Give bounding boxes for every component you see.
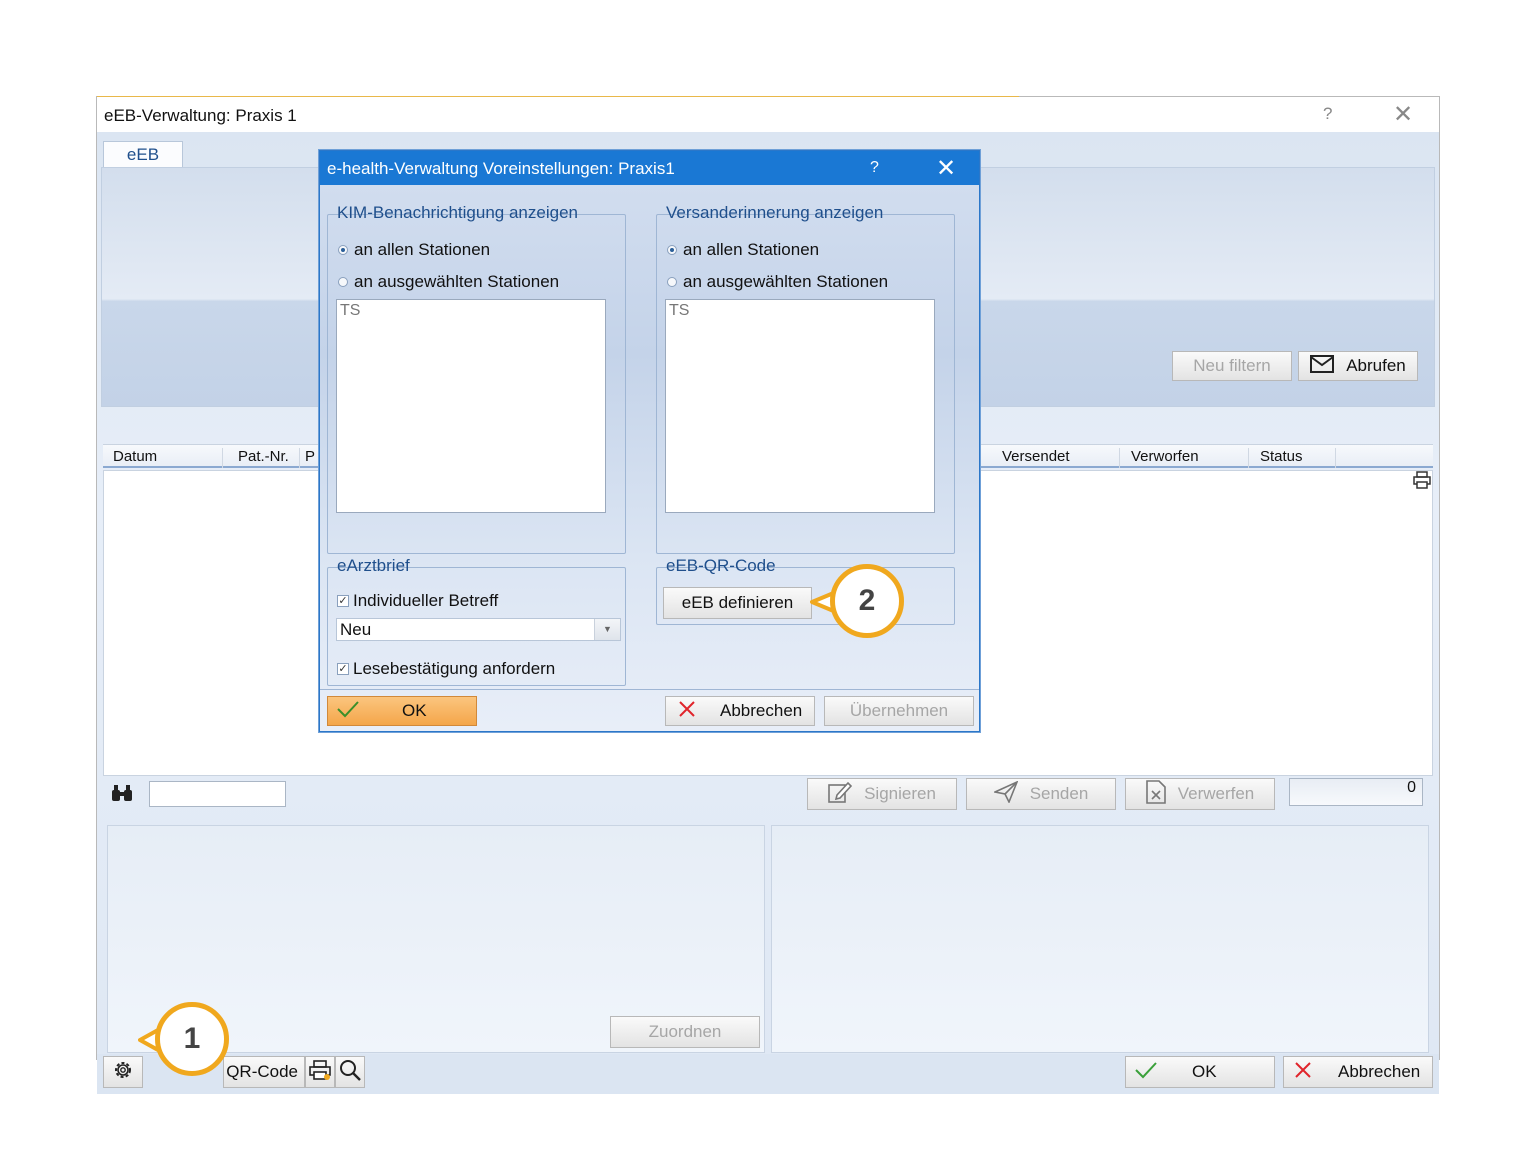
kim-radio-all-label: an allen Stationen — [354, 240, 491, 259]
eeb-definieren-label: eEB definieren — [681, 593, 794, 612]
chevron-down-icon[interactable]: ▼ — [594, 619, 620, 640]
senden-button[interactable]: Senden — [966, 778, 1116, 810]
search-button[interactable] — [335, 1056, 365, 1088]
printer-icon — [309, 1059, 331, 1086]
binoculars-icon[interactable] — [111, 784, 133, 807]
qr-code-button[interactable]: QR-Code — [223, 1056, 305, 1088]
qr-code-label: QR-Code — [226, 1062, 298, 1081]
versand-radio-all[interactable]: an allen Stationen — [667, 240, 819, 260]
dialog-abbrechen-button[interactable]: Abbrechen — [665, 696, 815, 726]
radio-unselected-icon — [667, 277, 677, 287]
main-ok-label: OK — [1192, 1062, 1217, 1081]
kim-group: KIM-Benachrichtigung anzeigen an allen S… — [327, 203, 626, 554]
earztbrief-group: eArztbrief ✓ Individueller Betreff Neu ▼… — [327, 556, 626, 686]
dialog-ok-label: OK — [402, 701, 427, 720]
envelope-icon — [1310, 354, 1335, 378]
gear-icon — [112, 1059, 134, 1086]
col-pat-nr[interactable]: Pat.-Nr. — [228, 448, 300, 468]
kim-radio-all[interactable]: an allen Stationen — [338, 240, 490, 260]
dialog-abbrechen-label: Abbrechen — [720, 701, 803, 720]
versand-radio-selected[interactable]: an ausgewählten Stationen — [667, 272, 888, 292]
kim-radio-selected-label: an ausgewählten Stationen — [354, 272, 560, 291]
dialog-title: e-health-Verwaltung Voreinstellungen: Pr… — [327, 159, 675, 178]
settings-button[interactable] — [103, 1056, 143, 1088]
dialog-title-bar: e-health-Verwaltung Voreinstellungen: Pr… — [320, 151, 979, 185]
col-verworfen[interactable]: Verworfen — [1121, 448, 1249, 468]
print-icon[interactable] — [1413, 471, 1431, 494]
abrufen-label: Abrufen — [1346, 356, 1406, 375]
col-versendet[interactable]: Versendet — [992, 448, 1120, 468]
footer-divider — [320, 689, 979, 690]
col-status[interactable]: Status — [1250, 448, 1336, 468]
individueller-betreff-checkbox[interactable]: ✓ Individueller Betreff — [337, 591, 498, 611]
radio-selected-icon — [338, 245, 348, 255]
pen-icon — [828, 781, 853, 808]
earztbrief-legend: eArztbrief — [334, 556, 413, 576]
neu-filtern-button[interactable]: Neu filtern — [1172, 351, 1292, 381]
magnifier-icon — [339, 1059, 361, 1086]
signieren-button[interactable]: Signieren — [807, 778, 957, 810]
bottom-bar: QR-Code OK Abbrechen — [97, 1054, 1439, 1094]
checkbox-checked-icon: ✓ — [337, 595, 349, 607]
kim-legend: KIM-Benachrichtigung anzeigen — [334, 203, 581, 223]
dialog-help-icon[interactable]: ? — [870, 159, 879, 177]
window-title: eEB-Verwaltung: Praxis 1 — [104, 106, 297, 125]
zuordnen-label: Zuordnen — [648, 1022, 722, 1041]
individueller-betreff-label: Individueller Betreff — [353, 591, 499, 610]
verwerfen-button[interactable]: Verwerfen — [1125, 778, 1275, 810]
eeb-definieren-button[interactable]: eEB definieren — [663, 587, 812, 619]
discard-file-icon — [1145, 779, 1166, 809]
main-abbrechen-button[interactable]: Abbrechen — [1283, 1056, 1433, 1088]
title-bar: eEB-Verwaltung: Praxis 1 ? ✕ — [97, 97, 1439, 132]
checkmark-icon — [336, 700, 360, 723]
close-icon[interactable]: ✕ — [1393, 100, 1413, 129]
detail-panel-right — [771, 825, 1429, 1053]
abrufen-button[interactable]: Abrufen — [1298, 351, 1418, 381]
uebernehmen-label: Übernehmen — [849, 701, 949, 720]
preferences-dialog: e-health-Verwaltung Voreinstellungen: Pr… — [319, 150, 980, 732]
list-item[interactable]: TS — [340, 302, 602, 320]
main-ok-button[interactable]: OK — [1125, 1056, 1275, 1088]
qr-code-legend: eEB-QR-Code — [663, 556, 779, 576]
search-input[interactable] — [149, 781, 286, 807]
col-p[interactable]: P — [299, 448, 319, 468]
uebernehmen-button[interactable]: Übernehmen — [824, 696, 974, 726]
neu-filtern-label: Neu filtern — [1193, 356, 1271, 375]
action-toolbar: Signieren Senden Verwerfen 0 — [103, 778, 1433, 820]
lesebestaetigung-checkbox[interactable]: ✓ Lesebestätigung anfordern — [337, 659, 555, 679]
kim-station-list[interactable]: TS — [336, 299, 606, 513]
versand-radio-selected-label: an ausgewählten Stationen — [683, 272, 889, 291]
help-icon[interactable]: ? — [1323, 104, 1332, 124]
betreff-select[interactable]: Neu ▼ — [336, 618, 621, 641]
qr-code-group: eEB-QR-Code eEB definieren — [656, 556, 955, 625]
betreff-value: Neu — [340, 620, 372, 639]
dialog-close-icon[interactable]: ✕ — [936, 154, 956, 183]
signieren-label: Signieren — [864, 784, 936, 803]
send-icon — [992, 779, 1019, 808]
count-field: 0 — [1289, 778, 1423, 806]
checkmark-icon — [1134, 1061, 1158, 1084]
col-datum[interactable]: Datum — [103, 448, 223, 468]
lesebestaetigung-label: Lesebestätigung anfordern — [353, 659, 556, 678]
versand-station-list[interactable]: TS — [665, 299, 935, 513]
print-settings-button[interactable] — [305, 1056, 335, 1088]
versand-radio-all-label: an allen Stationen — [683, 240, 820, 259]
senden-label: Senden — [1029, 784, 1089, 803]
radio-unselected-icon — [338, 277, 348, 287]
tab-eeb[interactable]: eEB — [103, 141, 183, 168]
main-abbrechen-label: Abbrechen — [1338, 1062, 1421, 1081]
zuordnen-button[interactable]: Zuordnen — [610, 1016, 760, 1048]
cancel-x-icon — [678, 700, 696, 723]
versand-group: Versanderinnerung anzeigen an allen Stat… — [656, 203, 955, 554]
cancel-x-icon — [1294, 1061, 1312, 1084]
kim-radio-selected[interactable]: an ausgewählten Stationen — [338, 272, 559, 292]
checkbox-checked-icon: ✓ — [337, 663, 349, 675]
radio-selected-icon — [667, 245, 677, 255]
versand-legend: Versanderinnerung anzeigen — [663, 203, 887, 223]
verwerfen-label: Verwerfen — [1177, 784, 1255, 803]
dialog-ok-button[interactable]: OK — [327, 696, 477, 726]
callout-1: 1 — [155, 1002, 229, 1076]
callout-2: 2 — [830, 564, 904, 638]
list-item[interactable]: TS — [669, 302, 931, 320]
